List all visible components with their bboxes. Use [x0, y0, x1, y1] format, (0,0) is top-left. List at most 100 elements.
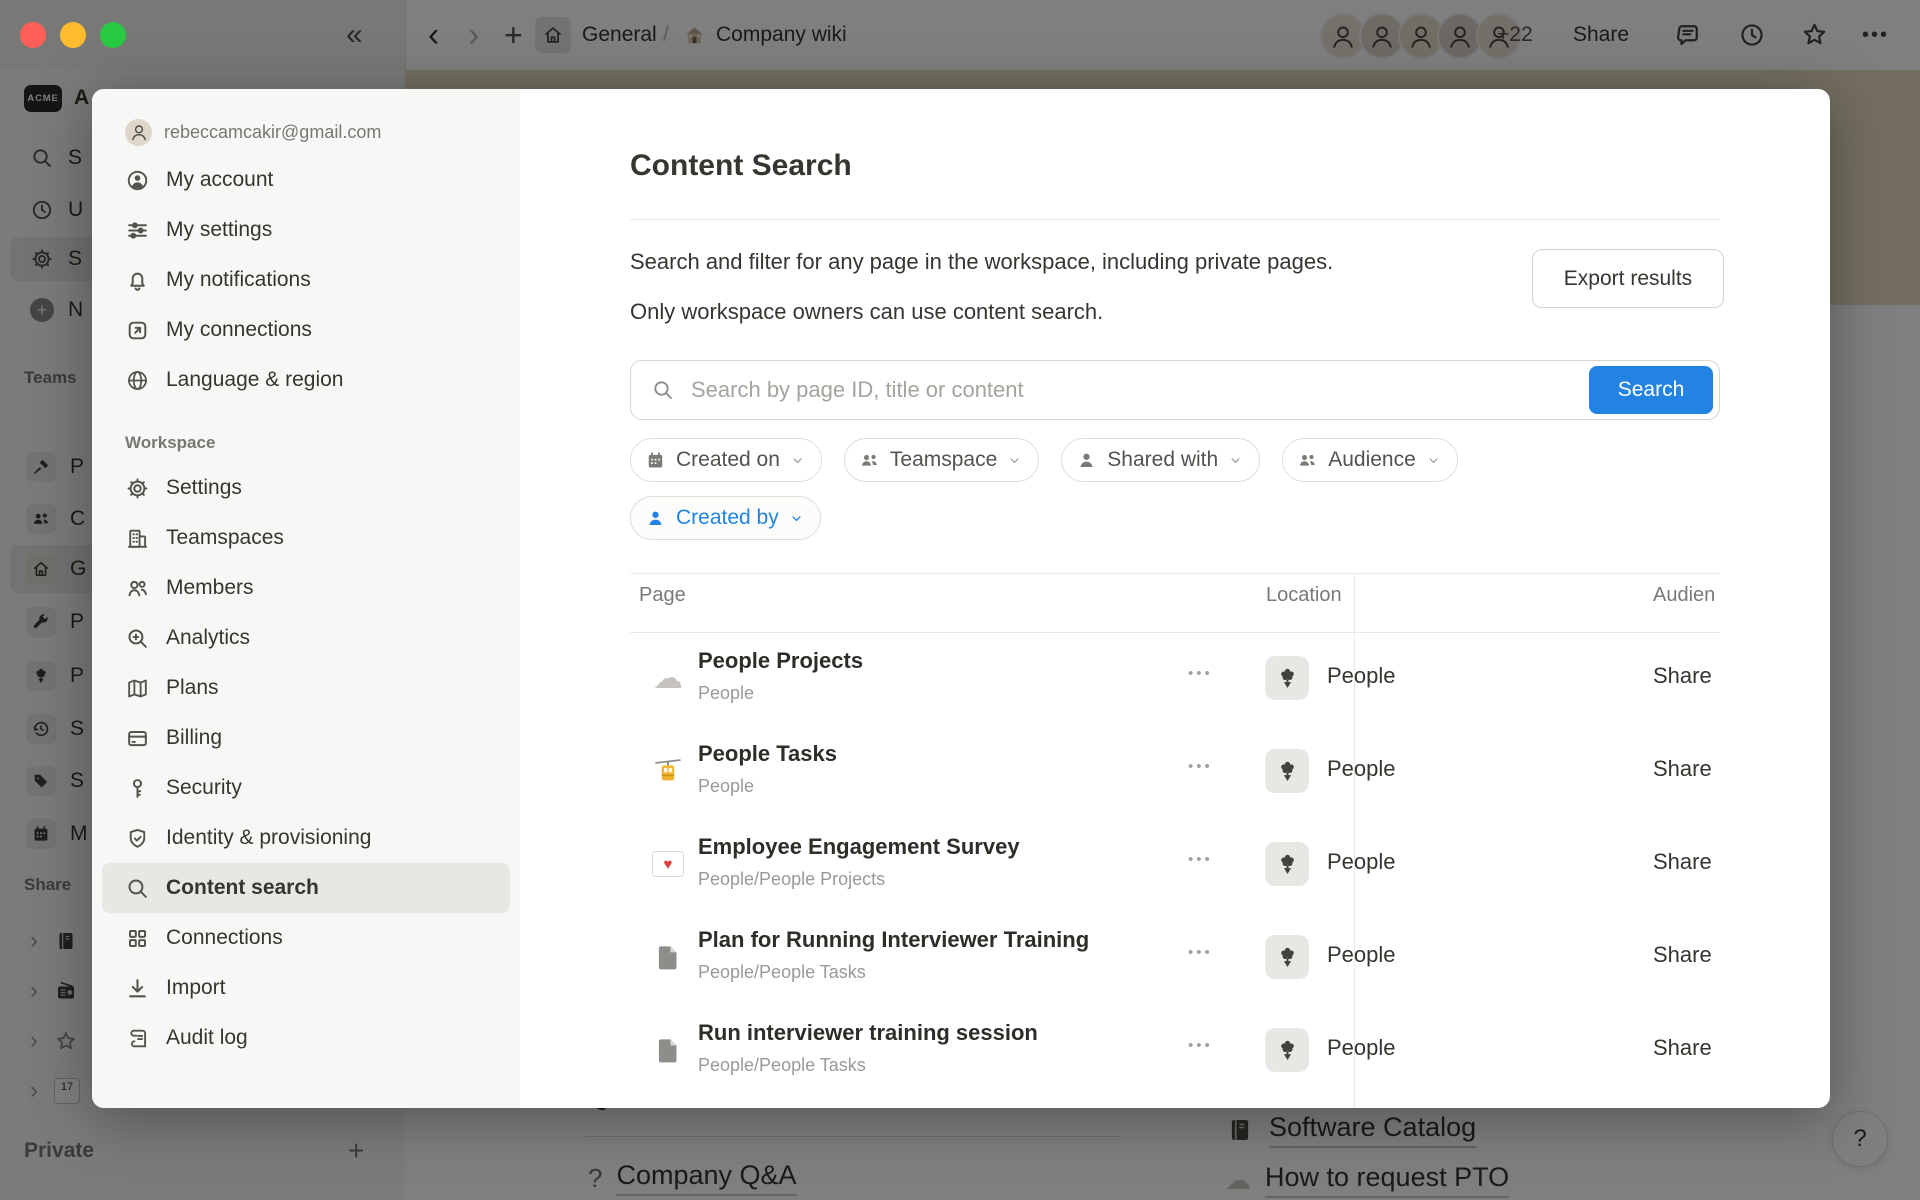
document-page-icon: [650, 939, 686, 975]
row-more-button[interactable]: •••: [1188, 758, 1213, 775]
settings-nav-identity-provisioning[interactable]: Identity & provisioning: [92, 813, 520, 863]
nav-item-label: My notifications: [166, 268, 311, 292]
tramway-page-icon: [650, 753, 686, 789]
filter-created-by[interactable]: Created by: [630, 496, 821, 540]
filter-label: Created on: [676, 448, 780, 472]
nav-item-label: Plans: [166, 676, 219, 700]
zoom-window-button[interactable]: [100, 22, 126, 48]
settings-nav-security[interactable]: Security: [92, 763, 520, 813]
nav-item-label: Import: [166, 976, 226, 1000]
row-location: People: [1327, 942, 1396, 968]
filter-teamspace[interactable]: Teamspace: [844, 438, 1039, 482]
key-icon: [125, 776, 150, 801]
building-icon: [125, 526, 150, 551]
settings-nav-teamspaces[interactable]: Teamspaces: [92, 513, 520, 563]
globe-icon: [125, 368, 150, 393]
column-header-page: Page: [639, 584, 686, 607]
description-line: Only workspace owners can use content se…: [630, 287, 1333, 337]
row-page-path: People/People Tasks: [698, 962, 866, 983]
table-row[interactable]: People Tasks People ••• People Share: [630, 725, 1720, 818]
row-more-button[interactable]: •••: [1188, 944, 1213, 961]
row-location: People: [1327, 663, 1396, 689]
row-more-button[interactable]: •••: [1188, 1037, 1213, 1054]
filter-label: Audience: [1328, 448, 1416, 472]
table-row[interactable]: ♥ Employee Engagement Survey People/Peop…: [630, 818, 1720, 911]
cloud-page-icon: ☁: [650, 660, 686, 696]
row-page-title: Plan for Running Interviewer Training: [698, 927, 1089, 953]
minimize-window-button[interactable]: [60, 22, 86, 48]
table-row[interactable]: ☁ People Projects People ••• People Shar…: [630, 632, 1720, 725]
row-page-path: People/People Projects: [698, 869, 885, 890]
row-location: People: [1327, 849, 1396, 875]
settings-nav-my-settings[interactable]: My settings: [92, 205, 520, 255]
chevron-down-icon: [1426, 453, 1441, 468]
close-window-button[interactable]: [20, 22, 46, 48]
teamspace-flower-icon: [1265, 656, 1309, 700]
row-audience: Share: [1653, 663, 1712, 689]
settings-nav-billing[interactable]: Billing: [92, 713, 520, 763]
nav-item-label: Security: [166, 776, 242, 800]
page-description: Search and filter for any page in the wo…: [630, 237, 1333, 337]
row-page-path: People: [698, 683, 754, 704]
row-more-button[interactable]: •••: [1188, 665, 1213, 682]
filter-created-on[interactable]: Created on: [630, 438, 822, 482]
table-row[interactable]: Run interviewer training session People/…: [630, 1004, 1720, 1097]
filter-audience[interactable]: Audience: [1282, 438, 1458, 482]
table-top-border: [630, 573, 1720, 574]
chevron-down-icon: [1007, 453, 1022, 468]
nav-item-label: Settings: [166, 476, 242, 500]
person-icon: [1076, 450, 1097, 471]
teamspace-flower-icon: [1265, 1028, 1309, 1072]
settings-nav-content-search[interactable]: Content search: [102, 863, 510, 913]
column-header-audience: Audien: [1653, 584, 1715, 607]
content-search-panel: Content Search Search and filter for any…: [520, 89, 1830, 1108]
table-row[interactable]: Plan for Running Interviewer Training Pe…: [630, 911, 1720, 1004]
row-page-title: Run interviewer training session: [698, 1020, 1038, 1046]
nav-item-label: My account: [166, 168, 273, 192]
row-audience: Share: [1653, 849, 1712, 875]
filter-label: Shared with: [1107, 448, 1218, 472]
export-results-button[interactable]: Export results: [1532, 249, 1724, 308]
filter-shared-with[interactable]: Shared with: [1061, 438, 1260, 482]
settings-nav-settings[interactable]: Settings: [92, 463, 520, 513]
page-title: Content Search: [630, 149, 852, 183]
nav-item-label: Audit log: [166, 1026, 248, 1050]
row-page-title: People Projects: [698, 648, 863, 674]
workspace-section-label: Workspace: [125, 433, 520, 453]
column-header-location: Location: [1266, 584, 1342, 607]
row-more-button[interactable]: •••: [1188, 851, 1213, 868]
settings-nav-analytics[interactable]: Analytics: [92, 613, 520, 663]
settings-nav-language-region[interactable]: Language & region: [92, 355, 520, 405]
settings-nav-audit-log[interactable]: Audit log: [92, 1013, 520, 1063]
nav-item-label: Language & region: [166, 368, 344, 392]
face-icon: [127, 120, 151, 144]
person-circle-icon: [125, 168, 150, 193]
chevron-down-icon: [1228, 453, 1243, 468]
members-icon: [125, 576, 150, 601]
teamspace-flower-icon: [1265, 749, 1309, 793]
settings-nav-my-notifications[interactable]: My notifications: [92, 255, 520, 305]
nav-item-label: Analytics: [166, 626, 250, 650]
settings-nav-members[interactable]: Members: [92, 563, 520, 613]
settings-nav-plans[interactable]: Plans: [92, 663, 520, 713]
search-button[interactable]: Search: [1589, 366, 1713, 414]
map-icon: [125, 676, 150, 701]
nav-item-label: My connections: [166, 318, 312, 342]
filter-chip-row: Created on Teamspace Shared with Audienc…: [630, 438, 1458, 482]
nav-item-label: Teamspaces: [166, 526, 284, 550]
nav-item-label: Connections: [166, 926, 283, 950]
calendar-icon: [645, 450, 666, 471]
search-icon: [125, 876, 150, 901]
window-controls: [20, 22, 126, 48]
settings-nav-my-connections[interactable]: My connections: [92, 305, 520, 355]
scroll-icon: [125, 1026, 150, 1051]
settings-nav-my-account[interactable]: My account: [92, 155, 520, 205]
filter-label: Created by: [676, 506, 779, 530]
settings-nav-import[interactable]: Import: [92, 963, 520, 1013]
search-input[interactable]: [689, 376, 1719, 404]
document-page-icon: [650, 1032, 686, 1068]
settings-nav-connections[interactable]: Connections: [92, 913, 520, 963]
nav-item-label: Members: [166, 576, 254, 600]
filter-label: Teamspace: [890, 448, 997, 472]
settings-modal: rebeccamcakir@gmail.com My account My se…: [92, 89, 1830, 1108]
